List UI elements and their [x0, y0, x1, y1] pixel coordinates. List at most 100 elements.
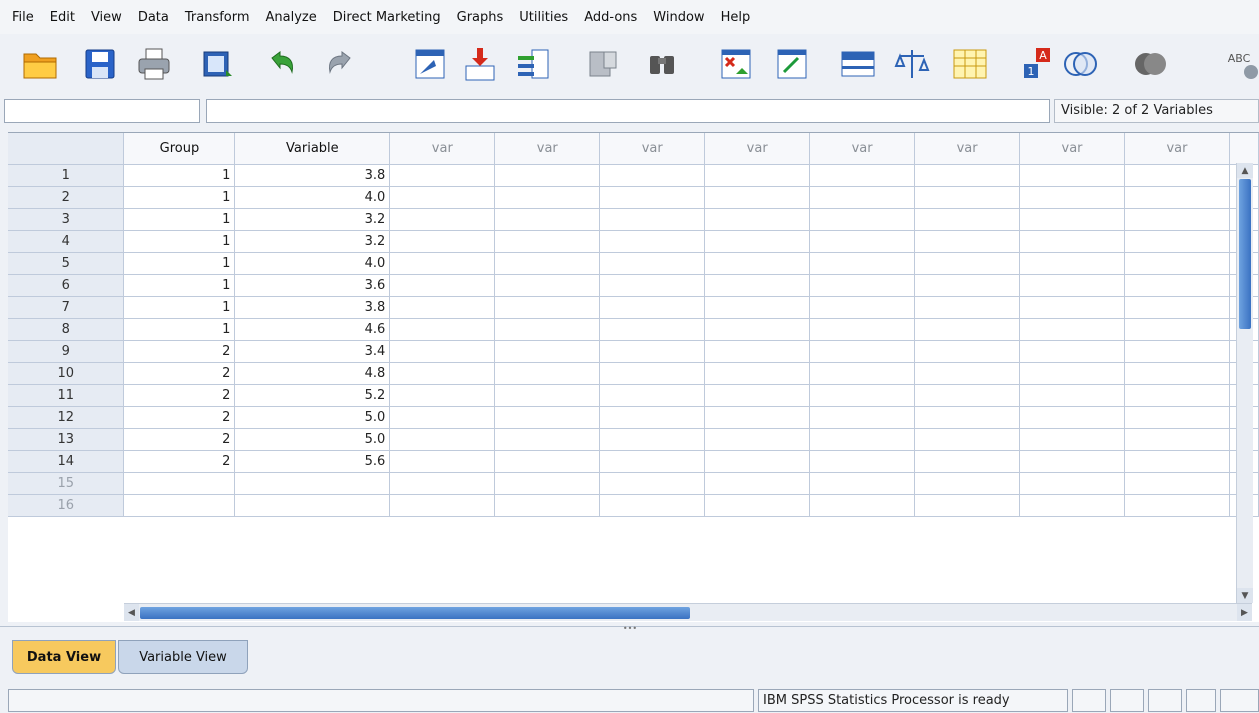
cell-empty[interactable] — [1019, 318, 1125, 341]
cell-empty[interactable] — [809, 428, 916, 451]
menu-add-ons[interactable]: Add-ons — [576, 10, 645, 25]
cell-empty[interactable] — [704, 186, 811, 209]
cell-empty[interactable] — [914, 362, 1021, 385]
cell-group[interactable]: 2 — [123, 384, 236, 407]
cell-empty[interactable] — [494, 340, 601, 363]
cell-empty[interactable] — [494, 406, 601, 429]
corner-cell[interactable] — [8, 133, 125, 165]
cell-variable[interactable]: 5.2 — [234, 384, 391, 407]
cell-group[interactable]: 2 — [123, 428, 236, 451]
cell-empty[interactable] — [599, 274, 706, 297]
scroll-down-icon[interactable]: ▼ — [1237, 588, 1253, 603]
cell-empty[interactable] — [1019, 450, 1125, 473]
row-number[interactable]: 12 — [8, 406, 125, 429]
cell-empty[interactable] — [704, 252, 811, 275]
column-header-group[interactable]: Group — [123, 133, 236, 165]
menu-help[interactable]: Help — [713, 10, 759, 25]
run-descriptive-icon[interactable] — [584, 44, 624, 84]
use-variable-sets-icon[interactable] — [1060, 44, 1100, 84]
cell-group[interactable]: 1 — [123, 208, 236, 231]
cell-empty[interactable] — [1124, 384, 1230, 407]
weight-cases-icon[interactable] — [892, 44, 932, 84]
cell-empty[interactable] — [1019, 252, 1125, 275]
cell-empty[interactable] — [809, 472, 916, 495]
go-to-variable-icon[interactable] — [460, 44, 500, 84]
cell-empty[interactable] — [599, 428, 706, 451]
cell-empty[interactable] — [599, 494, 706, 517]
cell-empty[interactable] — [704, 472, 811, 495]
cell-empty[interactable] — [914, 384, 1021, 407]
cell-empty[interactable] — [704, 208, 811, 231]
cell-empty[interactable] — [494, 384, 601, 407]
cell-empty[interactable] — [389, 296, 496, 319]
cell-empty[interactable] — [599, 208, 706, 231]
cell-empty[interactable] — [389, 230, 496, 253]
cell-group[interactable]: 1 — [123, 164, 236, 187]
tab-data-view[interactable]: Data View — [12, 640, 116, 674]
cell-empty[interactable] — [914, 450, 1021, 473]
cell-empty[interactable] — [1019, 406, 1125, 429]
cell-empty[interactable] — [1124, 406, 1230, 429]
column-header-var[interactable]: var — [389, 133, 496, 165]
cell-variable[interactable]: 3.8 — [234, 296, 391, 319]
cell-group[interactable]: 2 — [123, 340, 236, 363]
cell-empty[interactable] — [494, 428, 601, 451]
menu-utilities[interactable]: Utilities — [511, 10, 576, 25]
cell-empty[interactable] — [914, 472, 1021, 495]
cell-empty[interactable] — [914, 296, 1021, 319]
cell-empty[interactable] — [599, 472, 706, 495]
open-folder-icon[interactable] — [20, 44, 60, 84]
cell-empty[interactable] — [704, 296, 811, 319]
cell-variable[interactable]: 5.0 — [234, 428, 391, 451]
cell-empty[interactable] — [494, 296, 601, 319]
cell-group[interactable]: 1 — [123, 186, 236, 209]
cell-empty[interactable] — [1019, 494, 1125, 517]
cell-empty[interactable] — [809, 384, 916, 407]
cell-group[interactable]: 1 — [123, 296, 236, 319]
cell-empty[interactable] — [914, 208, 1021, 231]
cell-variable[interactable]: 3.4 — [234, 340, 391, 363]
spell-check-icon[interactable]: ABC — [1219, 44, 1259, 84]
cell-variable[interactable]: 5.0 — [234, 406, 391, 429]
column-header-var[interactable]: var — [599, 133, 706, 165]
column-header-var[interactable]: var — [704, 133, 811, 165]
cell-group[interactable] — [123, 494, 236, 517]
cell-empty[interactable] — [704, 164, 811, 187]
cell-empty[interactable] — [809, 186, 916, 209]
menu-direct-marketing[interactable]: Direct Marketing — [325, 10, 449, 25]
cell-empty[interactable] — [1124, 362, 1230, 385]
row-number[interactable]: 13 — [8, 428, 125, 451]
cell-empty[interactable] — [494, 362, 601, 385]
cell-group[interactable]: 1 — [123, 318, 236, 341]
cell-variable[interactable]: 4.0 — [234, 186, 391, 209]
vertical-scroll-thumb[interactable] — [1239, 179, 1251, 329]
cell-empty[interactable] — [704, 384, 811, 407]
cell-empty[interactable] — [1019, 384, 1125, 407]
scroll-right-icon[interactable]: ▶ — [1237, 604, 1252, 621]
cell-empty[interactable] — [704, 318, 811, 341]
cell-empty[interactable] — [1124, 274, 1230, 297]
cell-empty[interactable] — [389, 428, 496, 451]
column-header-var[interactable]: var — [914, 133, 1021, 165]
cell-empty[interactable] — [914, 274, 1021, 297]
cell-empty[interactable] — [809, 362, 916, 385]
find-icon[interactable] — [642, 44, 682, 84]
cell-variable[interactable]: 3.8 — [234, 164, 391, 187]
cell-group[interactable]: 1 — [123, 274, 236, 297]
cell-empty[interactable] — [599, 230, 706, 253]
cell-variable[interactable]: 4.8 — [234, 362, 391, 385]
cell-empty[interactable] — [389, 318, 496, 341]
cell-empty[interactable] — [1124, 340, 1230, 363]
cell-empty[interactable] — [599, 450, 706, 473]
column-header-var[interactable]: var — [809, 133, 916, 165]
cell-empty[interactable] — [809, 450, 916, 473]
horizontal-scrollbar[interactable]: ◀ ▶ — [124, 603, 1252, 621]
cell-empty[interactable] — [809, 274, 916, 297]
row-number[interactable]: 16 — [8, 494, 125, 517]
cell-empty[interactable] — [494, 318, 601, 341]
cell-empty[interactable] — [914, 318, 1021, 341]
row-number[interactable]: 6 — [8, 274, 125, 297]
cell-empty[interactable] — [1019, 296, 1125, 319]
cell-empty[interactable] — [1124, 428, 1230, 451]
cell-empty[interactable] — [389, 494, 496, 517]
